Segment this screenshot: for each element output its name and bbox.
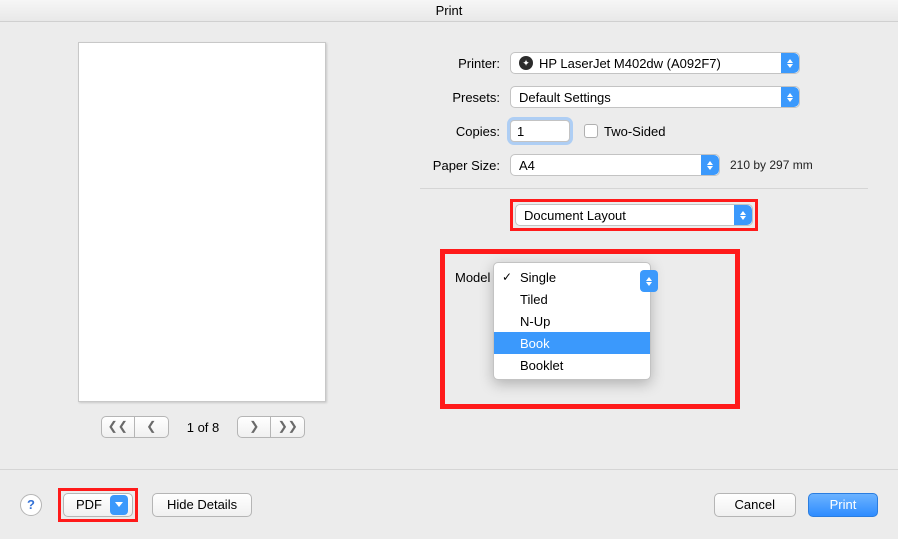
printer-label: Printer: [420,56,510,71]
model-option-single[interactable]: Single [494,266,650,288]
printer-select[interactable]: ✦ HP LaserJet M402dw (A092F7) [510,52,800,74]
pdf-label: PDF [76,497,102,512]
dialog-content: ❮❮ ❮ 1 of 8 ❯ ❯❯ Printer: ✦ HP LaserJet … [0,22,898,469]
presets-value: Default Settings [519,90,611,105]
two-sided-checkbox[interactable]: Two-Sided [584,124,665,139]
highlight-pdf-button: PDF [58,488,138,522]
cancel-button[interactable]: Cancel [714,493,796,517]
first-page-button[interactable]: ❮❮ [101,416,135,438]
next-page-button[interactable]: ❯ [237,416,271,438]
updown-arrows-icon [781,53,799,73]
highlight-model-area: Model Single Tiled N-Up Book Booklet [440,249,740,409]
model-option-tiled[interactable]: Tiled [494,288,650,310]
preview-page [78,42,326,402]
model-label: Model [455,270,490,285]
divider [420,188,868,189]
two-sided-label: Two-Sided [604,124,665,139]
hide-details-button[interactable]: Hide Details [152,493,252,517]
help-button[interactable]: ? [20,494,42,516]
model-option-nup[interactable]: N-Up [494,310,650,332]
section-value: Document Layout [524,208,626,223]
print-button[interactable]: Print [808,493,878,517]
window-title: Print [0,0,898,22]
updown-arrows-icon [701,155,719,175]
model-option-booklet[interactable]: Booklet [494,354,650,376]
preview-area: ❮❮ ❮ 1 of 8 ❯ ❯❯ [78,42,328,438]
updown-arrows-icon [734,205,752,225]
settings-panel: Printer: ✦ HP LaserJet M402dw (A092F7) P… [420,52,868,409]
updown-arrows-icon [781,87,799,107]
model-option-book[interactable]: Book [494,332,650,354]
pager-label: 1 of 8 [177,420,230,435]
printer-value: HP LaserJet M402dw (A092F7) [539,56,721,71]
model-dropdown[interactable]: Single Tiled N-Up Book Booklet [493,262,651,380]
section-select[interactable]: Document Layout [515,204,753,226]
presets-select[interactable]: Default Settings [510,86,800,108]
highlight-section-select: Document Layout [510,199,758,231]
paper-size-note: 210 by 297 mm [730,158,813,172]
paper-size-select[interactable]: A4 [510,154,720,176]
prev-page-button[interactable]: ❮ [135,416,169,438]
last-page-button[interactable]: ❯❯ [271,416,305,438]
copies-label: Copies: [420,124,510,139]
copies-input[interactable] [510,120,570,142]
chevron-down-icon [110,495,128,515]
dialog-footer: ? PDF Hide Details Cancel Print [0,469,898,539]
pdf-menu-button[interactable]: PDF [63,493,133,517]
paper-size-label: Paper Size: [420,158,510,173]
preview-pager: ❮❮ ❮ 1 of 8 ❯ ❯❯ [78,416,328,438]
presets-label: Presets: [420,90,510,105]
checkbox-box-icon [584,124,598,138]
paper-size-value: A4 [519,158,535,173]
printer-status-icon: ✦ [519,56,533,70]
